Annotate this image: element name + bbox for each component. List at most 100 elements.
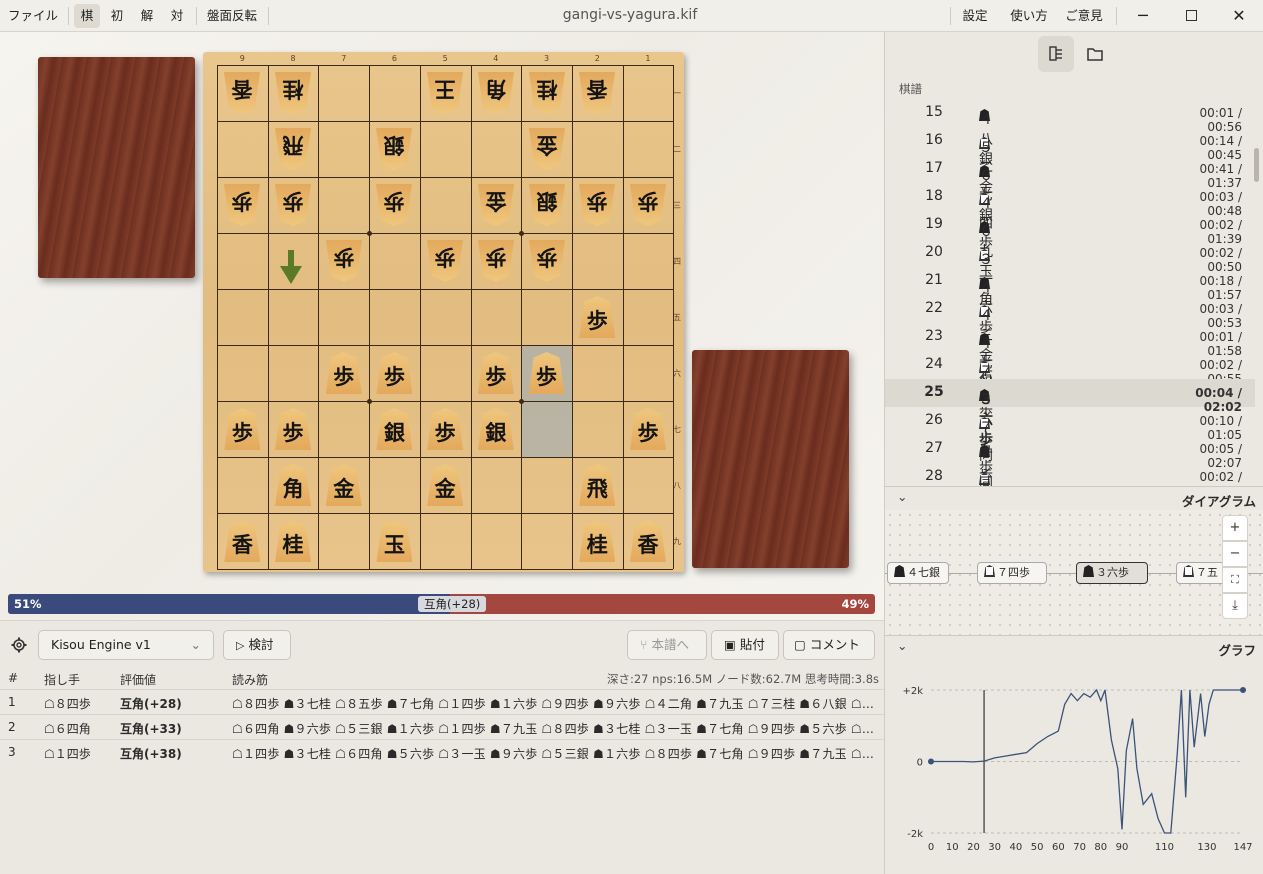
gote-piece[interactable]: 歩 xyxy=(630,184,666,226)
diagram-node[interactable]: ７四歩 xyxy=(977,562,1047,584)
analysis-row[interactable]: 3 ☖１四歩 互角(+38) ☖１四歩 ☗３七桂 ☖６四角 ☗５六歩 ☖３一玉 ☗９六… xyxy=(0,739,884,764)
mode-solve-tab[interactable]: 解 xyxy=(134,4,160,28)
sente-piece[interactable]: 桂 xyxy=(275,520,312,562)
kifu-row[interactable]: 18４四歩00:03 / 00:48 xyxy=(885,183,1255,252)
gote-piece[interactable]: 桂 xyxy=(529,72,565,114)
eval-graph-svg[interactable]: +2k 0 -2k 0 10 20 30 40 50 60 70 80 90 110 130 147 xyxy=(885,660,1263,874)
gote-piece[interactable]: 香 xyxy=(224,72,260,114)
kifu-scrollbar[interactable] xyxy=(1254,148,1259,182)
sente-piece[interactable]: 金 xyxy=(427,464,464,506)
eval-graph[interactable]: +2k 0 -2k 0 10 20 30 40 50 60 70 80 90 110 130 147 xyxy=(885,660,1263,874)
flip-board-button[interactable]: 盤面反転 xyxy=(202,4,262,28)
mode-init-tab[interactable]: 初 xyxy=(104,4,130,28)
sente-piece[interactable]: 歩 xyxy=(427,408,464,450)
kifu-tab-icon[interactable] xyxy=(1038,36,1074,72)
gote-piece[interactable]: 歩 xyxy=(326,240,362,282)
gote-piece-stand[interactable] xyxy=(38,57,195,278)
kifu-row[interactable]: 17６七銀00:41 / 01:37 xyxy=(885,155,1255,224)
diagram-node[interactable]: ４七銀 xyxy=(887,562,949,584)
kifu-row[interactable]: 16５二金00:14 / 00:45 xyxy=(885,127,1255,196)
sente-piece[interactable]: 歩 xyxy=(224,408,261,450)
kifu-row[interactable]: 20３一角00:02 / 00:50 xyxy=(885,239,1255,308)
fit-view-icon[interactable]: ⛶ xyxy=(1222,567,1248,593)
graph-end-point xyxy=(1240,687,1246,693)
gote-piece[interactable]: 歩 xyxy=(275,184,311,226)
kifu-row[interactable]: 19６九玉00:02 / 01:39 xyxy=(885,211,1255,280)
diagram-node[interactable]: ３六歩 xyxy=(1076,562,1148,584)
gear-icon[interactable] xyxy=(11,637,27,653)
kifu-row[interactable]: 27同 歩00:05 / 02:07 xyxy=(885,435,1255,484)
sente-piece[interactable]: 銀 xyxy=(376,408,413,450)
kifu-list[interactable]: 15４八銀00:01 / 00:5616５二金00:14 / 00:4517６七… xyxy=(885,98,1255,486)
sente-piece[interactable]: 飛 xyxy=(579,464,616,506)
sente-piece[interactable]: 歩 xyxy=(275,408,312,450)
chevron-down-icon[interactable]: ⌄ xyxy=(897,489,907,504)
shogi-board[interactable]: 987654321一二三四五六七八九香桂王角桂香飛銀金歩歩歩金銀歩歩歩歩歩歩歩歩… xyxy=(203,52,684,572)
sente-piece[interactable]: 香 xyxy=(629,520,666,562)
zoom-out-button[interactable]: − xyxy=(1222,541,1248,567)
graph-header[interactable]: ⌄ グラフ xyxy=(885,635,1263,659)
gote-piece[interactable]: 飛 xyxy=(275,128,311,170)
analysis-row[interactable]: 2 ☖６四角 互角(+33) ☖６四角 ☗９六歩 ☖５三銀 ☗１六歩 ☖１四歩 ☗７九… xyxy=(0,714,884,739)
sente-piece[interactable]: 香 xyxy=(224,520,261,562)
gote-piece[interactable]: 王 xyxy=(427,72,463,114)
engine-select[interactable]: Kisou Engine v1 ⌄ xyxy=(38,630,214,660)
sente-piece[interactable]: 歩 xyxy=(376,352,413,394)
kifu-row[interactable]: 22４三金右00:03 / 00:53 xyxy=(885,295,1255,384)
file-label: 5 xyxy=(442,54,448,63)
sente-piece-stand[interactable] xyxy=(692,350,849,568)
folder-icon[interactable] xyxy=(1077,36,1113,72)
chevron-down-icon[interactable]: ⌄ xyxy=(897,638,907,653)
sente-mark-icon xyxy=(894,565,905,577)
kifu-row[interactable]: 24７四歩00:02 / 00:55 xyxy=(885,351,1255,420)
gote-piece[interactable]: 金 xyxy=(478,184,514,226)
sente-piece[interactable]: 金 xyxy=(325,464,362,506)
kifu-row[interactable]: 21４六歩00:18 / 01:57 xyxy=(885,267,1255,336)
minimize-icon[interactable]: ─ xyxy=(1128,4,1158,28)
diagram-canvas[interactable]: ４七銀 ７四歩 ３六歩 ７五 + − ⛶ ⤓ xyxy=(885,510,1263,635)
gote-piece[interactable]: 歩 xyxy=(224,184,260,226)
gote-piece[interactable]: 金 xyxy=(529,128,565,170)
gote-piece[interactable]: 香 xyxy=(579,72,615,114)
gote-piece[interactable]: 銀 xyxy=(376,128,412,170)
gote-piece[interactable]: 歩 xyxy=(427,240,463,282)
kifu-row[interactable]: 28 同 角 00:02 / 01:07 xyxy=(885,463,1255,486)
sente-piece[interactable]: 桂 xyxy=(579,520,616,562)
kifu-row[interactable]: 25３六歩00:04 / 02:02 xyxy=(885,379,1255,448)
gote-piece[interactable]: 歩 xyxy=(579,184,615,226)
sente-piece[interactable]: 玉 xyxy=(376,520,413,562)
paste-button[interactable]: ▣ 貼付 xyxy=(711,630,779,660)
feedback-button[interactable]: ご意見 xyxy=(1060,4,1108,28)
mode-kifu-tab[interactable]: 棋 xyxy=(74,4,100,28)
gote-piece[interactable]: 角 xyxy=(478,72,514,114)
sente-piece[interactable]: 歩 xyxy=(528,352,565,394)
mainline-button[interactable]: ⑂ 本譜へ xyxy=(627,630,707,660)
file-menu[interactable]: ファイル xyxy=(4,4,62,28)
mode-play-tab[interactable]: 対 xyxy=(164,4,190,28)
close-icon[interactable]: ✕ xyxy=(1224,4,1254,28)
kifu-row[interactable]: 23４七銀00:01 / 01:58 xyxy=(885,323,1255,392)
gote-piece[interactable]: 桂 xyxy=(275,72,311,114)
zoom-in-button[interactable]: + xyxy=(1222,515,1248,541)
gote-piece[interactable]: 銀 xyxy=(529,184,565,226)
comment-button[interactable]: ▢ コメント xyxy=(783,630,875,660)
gote-piece[interactable]: 歩 xyxy=(529,240,565,282)
sente-piece[interactable]: 歩 xyxy=(579,296,616,338)
sente-piece[interactable]: 歩 xyxy=(477,352,514,394)
kifu-row[interactable]: 15４八銀00:01 / 00:56 xyxy=(885,99,1255,168)
study-button[interactable]: ▷ 検討 xyxy=(223,630,291,660)
analysis-row[interactable]: 1 ☖８四歩 互角(+28) ☖８四歩 ☗３七桂 ☖８五歩 ☗７七角 ☖１四歩 ☗１六… xyxy=(0,689,884,714)
kifu-row[interactable]: 26７五歩00:10 / 01:05 xyxy=(885,407,1255,476)
sente-piece[interactable]: 歩 xyxy=(325,352,362,394)
help-button[interactable]: 使い方 xyxy=(1006,4,1052,28)
gote-piece[interactable]: 歩 xyxy=(376,184,412,226)
gote-piece[interactable]: 歩 xyxy=(478,240,514,282)
sente-piece[interactable]: 銀 xyxy=(477,408,514,450)
sente-piece[interactable]: 歩 xyxy=(629,408,666,450)
diagram-header[interactable]: ⌄ ダイアグラム xyxy=(885,486,1263,510)
node-label: ７五 xyxy=(1196,566,1218,579)
sente-piece[interactable]: 角 xyxy=(275,464,312,506)
maximize-icon[interactable] xyxy=(1176,4,1206,28)
settings-button[interactable]: 設定 xyxy=(956,4,994,28)
scroll-to-current-icon[interactable]: ⤓ xyxy=(1222,593,1248,619)
